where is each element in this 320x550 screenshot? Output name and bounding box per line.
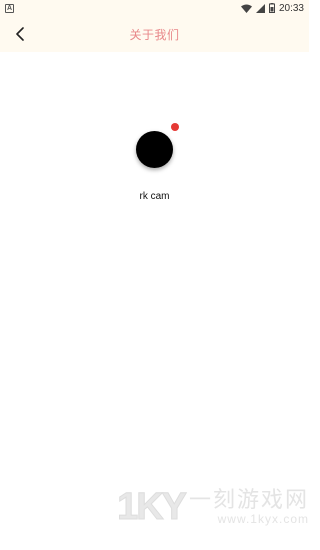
watermark-brand: 一刻游戏网 xyxy=(188,487,309,512)
app-logo xyxy=(136,131,173,168)
watermark-text: 一刻游戏网 www.1kyx.com xyxy=(188,487,309,527)
red-dot-badge xyxy=(171,123,179,131)
about-screen: A 20:33 关于我们 rk cam 1KY 一刻游戏网 www.1kyx.c… xyxy=(0,0,309,550)
watermark-row: 1KY 一刻游戏网 www.1kyx.com xyxy=(117,486,309,528)
chevron-left-icon xyxy=(16,27,24,41)
watermark-mark: 1KY xyxy=(117,486,188,528)
status-right: 20:33 xyxy=(240,2,304,14)
signal-icon xyxy=(255,3,265,13)
watermark: 1KY 一刻游戏网 www.1kyx.com xyxy=(100,482,309,532)
app-bar: 关于我们 xyxy=(0,16,309,52)
page-title: 关于我们 xyxy=(129,27,180,42)
status-clock: 20:33 xyxy=(278,2,304,14)
back-button[interactable] xyxy=(8,22,32,46)
status-bar: A 20:33 xyxy=(0,0,309,16)
watermark-url: www.1kyx.com xyxy=(217,512,309,526)
black-circle-logo xyxy=(136,131,173,168)
app-name: rk cam xyxy=(139,191,170,202)
a-notification-icon: A xyxy=(5,3,14,13)
wifi-icon xyxy=(240,4,252,13)
battery-icon xyxy=(268,3,275,13)
status-left: A xyxy=(5,3,14,13)
